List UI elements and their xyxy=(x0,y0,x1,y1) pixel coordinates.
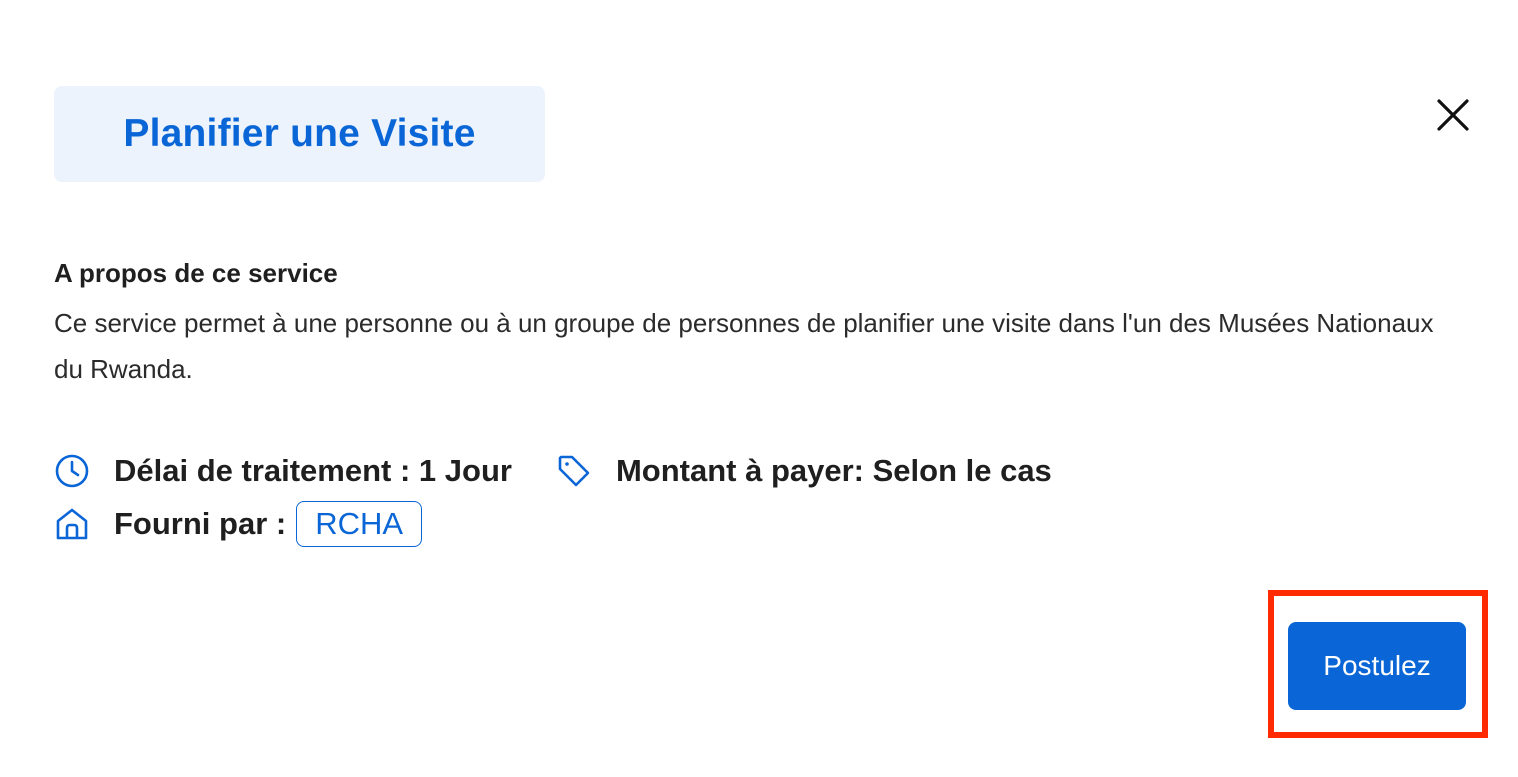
close-icon xyxy=(1437,99,1469,131)
tag-icon xyxy=(556,453,592,489)
about-heading: A propos de ce service xyxy=(54,258,338,288)
provider-label: Fourni par : xyxy=(114,506,287,541)
service-modal: Planifier une Visite A propos de ce serv… xyxy=(0,0,1518,777)
clock-icon xyxy=(54,453,90,489)
processing-time: Délai de traitement : 1 Jour xyxy=(54,453,512,489)
service-meta-row: Délai de traitement : 1 Jour Montant à p… xyxy=(54,446,1052,496)
home-icon xyxy=(54,506,90,542)
page-title: Planifier une Visite xyxy=(123,112,476,155)
close-button[interactable] xyxy=(1430,92,1476,138)
provider-row: Fourni par : RCHA xyxy=(54,499,423,549)
title-badge: Planifier une Visite xyxy=(54,86,545,182)
fee: Montant à payer: Selon le cas xyxy=(556,453,1052,489)
about-description: Ce service permet à une personne ou à un… xyxy=(54,308,1434,384)
fee-label: Montant à payer: Selon le cas xyxy=(615,453,1052,488)
provider-tag[interactable]: RCHA xyxy=(296,501,423,547)
processing-time-label: Délai de traitement : 1 Jour xyxy=(114,453,512,488)
apply-button[interactable]: Postulez xyxy=(1288,622,1466,710)
